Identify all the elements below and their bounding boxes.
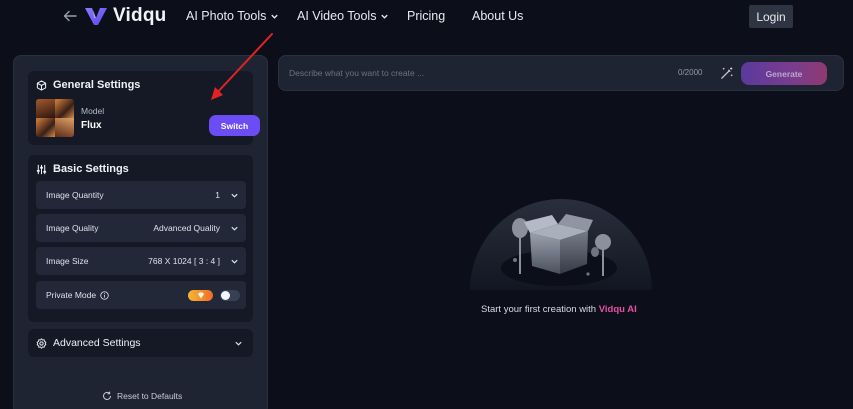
empty-state-message: Start your first creation with Vidqu AI <box>481 304 637 315</box>
model-label: Model <box>81 106 105 116</box>
prompt-input[interactable] <box>289 64 649 82</box>
private-mode-toggle[interactable] <box>220 290 240 301</box>
row-value: Advanced Quality <box>153 223 220 233</box>
chevron-down-icon <box>381 14 389 19</box>
nav-about-us[interactable]: About Us <box>472 9 523 23</box>
card-title-text: General Settings <box>53 79 141 91</box>
card-title-text: Basic Settings <box>53 163 129 175</box>
prompt-bar: 0/2000 Generate <box>278 55 844 91</box>
info-icon[interactable] <box>100 290 109 300</box>
vip-diamond-icon <box>188 290 213 301</box>
toggle-knob <box>221 291 230 300</box>
reset-label: Reset to Defaults <box>117 391 183 401</box>
image-size-select[interactable]: Image Size 768 X 1024 [ 3 : 4 ] <box>36 247 246 275</box>
private-mode-row: Private Mode <box>36 281 246 309</box>
nav-pricing[interactable]: Pricing <box>407 9 445 23</box>
advanced-settings-toggle[interactable]: Advanced Settings <box>28 329 253 357</box>
sliders-icon <box>36 164 47 174</box>
model-thumbnail <box>36 99 74 137</box>
chevron-down-icon <box>231 226 238 231</box>
row-value: 1 <box>215 190 220 200</box>
nav-item-label: Pricing <box>407 9 446 23</box>
private-mode-label: Private Mode <box>46 290 97 300</box>
settings-panel: General Settings Model Flux Switch Basic… <box>13 55 268 409</box>
char-count: 0/2000 <box>678 68 703 77</box>
row-value: 768 X 1024 [ 3 : 4 ] <box>148 256 220 266</box>
gear-icon <box>36 337 47 349</box>
top-nav: Vidqu AI Photo Tools AI Video Tools Pric… <box>0 0 853 34</box>
vidqu-logo-icon <box>85 8 107 25</box>
brand-name: Vidqu AI <box>598 304 637 315</box>
chevron-down-icon <box>231 193 238 198</box>
image-quantity-select[interactable]: Image Quantity 1 <box>36 181 246 209</box>
row-label: Private Mode <box>46 290 109 300</box>
nav-item-label: About Us <box>472 9 524 23</box>
empty-box-illustration <box>470 199 652 290</box>
nav-item-label: AI Video Tools <box>297 9 377 23</box>
basic-settings-card: Basic Settings Image Quantity 1 Image Qu… <box>28 155 253 322</box>
empty-state-prefix: Start your first creation with <box>481 304 599 315</box>
chevron-down-icon <box>231 259 238 264</box>
nav-item-label: AI Photo Tools <box>186 9 267 23</box>
cube-icon <box>36 79 47 91</box>
basic-settings-title: Basic Settings <box>36 163 129 175</box>
row-label: Image Quantity <box>46 190 104 200</box>
refresh-icon <box>103 391 111 400</box>
advanced-settings-title: Advanced Settings <box>36 337 141 349</box>
logo-text: Vidqu <box>113 5 167 26</box>
magic-wand-icon[interactable] <box>719 66 734 81</box>
login-button[interactable]: Login <box>749 5 793 28</box>
chevron-down-icon <box>271 14 279 19</box>
chevron-down-icon <box>235 341 242 346</box>
vidqu-logo[interactable]: Vidqu <box>84 5 166 27</box>
nav-ai-video-tools[interactable]: AI Video Tools <box>297 9 389 23</box>
row-label: Image Size <box>46 256 89 266</box>
row-label: Image Quality <box>46 223 99 233</box>
back-arrow-icon[interactable] <box>62 8 78 24</box>
model-name: Flux <box>81 120 102 131</box>
generate-button[interactable]: Generate <box>741 62 827 85</box>
image-quality-select[interactable]: Image Quality Advanced Quality <box>36 214 246 242</box>
general-settings-card: General Settings Model Flux Switch <box>28 71 260 145</box>
nav-ai-photo-tools[interactable]: AI Photo Tools <box>186 9 279 23</box>
card-title-text: Advanced Settings <box>53 337 141 349</box>
switch-model-button[interactable]: Switch <box>209 115 260 136</box>
general-settings-title: General Settings <box>36 79 140 91</box>
reset-to-defaults-button[interactable]: Reset to Defaults <box>102 391 182 401</box>
